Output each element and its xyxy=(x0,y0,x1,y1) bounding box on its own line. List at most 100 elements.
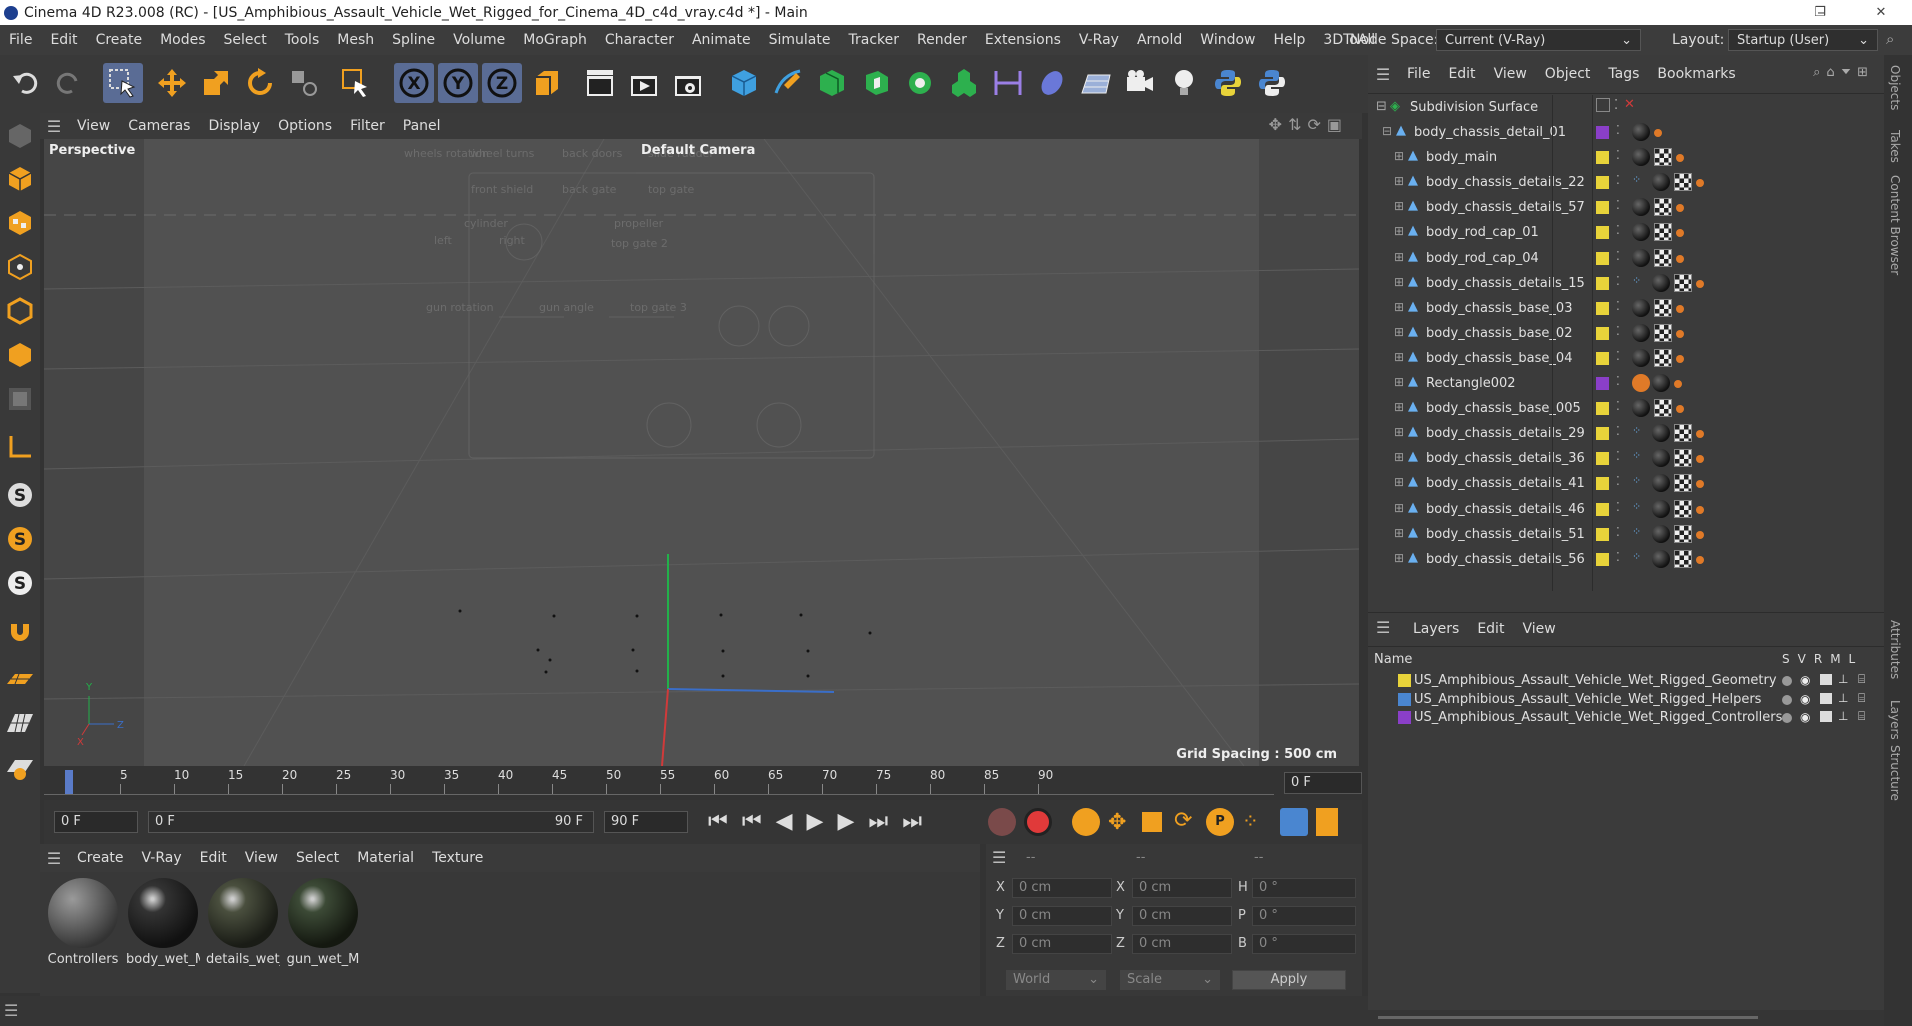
object-row[interactable]: ⊞ ▲ body_chassis_details_51 ⁚ ⁘ xyxy=(1368,522,1884,547)
visibility-dots-icon[interactable]: ⁚ xyxy=(1616,324,1620,338)
material-tag-icon[interactable] xyxy=(1632,223,1650,242)
layer-menu-edit[interactable]: Edit xyxy=(1468,621,1513,637)
size-field[interactable]: 0 cm xyxy=(1132,906,1232,926)
object-menu-view[interactable]: View xyxy=(1485,66,1536,82)
object-row[interactable]: ⊞ ▲ body_rod_cap_01 ⁚ xyxy=(1368,220,1884,245)
object-row[interactable]: ⊞ ▲ body_main ⁚ xyxy=(1368,145,1884,170)
visibility-dots-icon[interactable]: ⁚ xyxy=(1616,500,1620,514)
expand-icon[interactable]: ⊞ xyxy=(1394,250,1404,264)
material-tag-icon[interactable] xyxy=(1652,474,1670,493)
visibility-dots-icon[interactable]: ⁚ xyxy=(1616,550,1620,564)
manager-icon[interactable]: ⊥ xyxy=(1838,691,1848,705)
hamburger-menu-icon[interactable]: ☰ xyxy=(1368,65,1398,84)
live-selection-button[interactable] xyxy=(103,63,143,103)
expand-icon[interactable]: ⊞ xyxy=(1394,275,1404,289)
expand-icon[interactable]: ⊞ xyxy=(1394,149,1404,163)
solo-toggle-icon[interactable] xyxy=(1782,713,1792,723)
parameter-key-icon[interactable]: P xyxy=(1206,808,1234,836)
object-row[interactable]: ⊞ ▲ body_chassis_details_46 ⁚ ⁘ xyxy=(1368,497,1884,522)
solo-button[interactable]: S xyxy=(2,477,38,513)
move-tool-button[interactable] xyxy=(152,63,192,103)
coordinate-system-select[interactable]: World ⌄ xyxy=(1006,970,1106,990)
rotation-field[interactable]: 0 ° xyxy=(1252,906,1356,926)
expand-icon[interactable]: ⊞ xyxy=(1394,199,1404,213)
menu-item-v-ray[interactable]: V-Ray xyxy=(1070,32,1128,48)
python-script-button[interactable] xyxy=(1208,63,1248,103)
timeline-window-icon[interactable] xyxy=(1316,808,1338,836)
rotation-key-icon[interactable]: ⟳ xyxy=(1174,808,1192,833)
material-tag-icon[interactable] xyxy=(1652,449,1670,468)
node-space-select[interactable]: Current (V-Ray) ⌄ xyxy=(1436,29,1641,51)
redo-button[interactable] xyxy=(48,63,88,103)
uvw-tag-icon[interactable] xyxy=(1654,323,1672,342)
uvw-tag-icon[interactable] xyxy=(1674,549,1692,568)
position-field[interactable]: 0 cm xyxy=(1012,878,1112,898)
material-tag-icon[interactable] xyxy=(1632,348,1650,367)
previous-frame-icon[interactable]: ◀ xyxy=(776,809,807,834)
visibility-dots-icon[interactable]: ⁚ xyxy=(1616,374,1620,388)
material-tag-icon[interactable] xyxy=(1632,399,1650,418)
timeline-ruler[interactable]: 051015202530354045505560657075808590 0 F xyxy=(44,766,1362,800)
layer-color-swatch[interactable] xyxy=(1596,552,1609,566)
material-swatch[interactable]: body_wet_M xyxy=(126,878,200,967)
filter-icon[interactable]: ⏷ xyxy=(1841,65,1857,80)
collapse-icon[interactable]: ⊟ xyxy=(1376,99,1387,114)
go-to-start-icon[interactable]: ⏮ xyxy=(708,809,742,834)
point-level-animation-icon[interactable]: ⁘ xyxy=(1242,809,1259,833)
uvw-tag-icon[interactable] xyxy=(1654,399,1672,418)
material-tag-icon[interactable] xyxy=(1632,248,1650,267)
axis-mode-button[interactable] xyxy=(2,429,38,465)
tab-layers[interactable]: Layers xyxy=(1888,700,1902,740)
x-axis-lock-button[interactable]: X xyxy=(394,63,434,103)
make-editable-button[interactable] xyxy=(2,118,38,154)
phong-tag-icon[interactable] xyxy=(1696,455,1704,464)
solo-toggle-icon[interactable] xyxy=(1782,676,1792,686)
expand-icon[interactable]: ⊞ xyxy=(1394,450,1404,464)
scale-key-icon[interactable] xyxy=(1142,812,1162,832)
manager-icon[interactable]: ⊥ xyxy=(1838,672,1848,686)
transform-mode-select[interactable]: Scale ⌄ xyxy=(1120,970,1220,990)
visibility-dots-icon[interactable]: ⁚ xyxy=(1616,274,1620,288)
object-row[interactable]: ⊞ ▲ body_chassis_base_02 ⁚ xyxy=(1368,321,1884,346)
hair-tag-icon[interactable]: ⁘ xyxy=(1632,274,1641,287)
menu-item-tracker[interactable]: Tracker xyxy=(839,32,908,48)
rotation-field[interactable]: 0 ° xyxy=(1252,934,1356,954)
hamburger-menu-icon[interactable]: ☰ xyxy=(40,849,68,868)
visibility-dots-icon[interactable]: ⁚ xyxy=(1616,123,1620,137)
material-menu-v-ray[interactable]: V-Ray xyxy=(133,850,191,866)
autokeying-icon[interactable] xyxy=(1024,808,1052,836)
phong-tag-icon[interactable] xyxy=(1696,430,1704,439)
hair-tag-icon[interactable]: ⁘ xyxy=(1632,449,1641,462)
solo-hierarchy-button[interactable]: S xyxy=(2,521,38,557)
layer-color-swatch[interactable] xyxy=(1596,151,1609,165)
layer-color-swatch[interactable] xyxy=(1596,452,1609,466)
uvw-tag-icon[interactable] xyxy=(1674,499,1692,518)
tab-content-browser[interactable]: Content Browser xyxy=(1888,175,1902,275)
hamburger-menu-icon[interactable]: ☰ xyxy=(1376,618,1390,637)
lock-icon[interactable]: ⌸ xyxy=(1858,691,1865,706)
layer-color-swatch[interactable] xyxy=(1596,527,1609,541)
points-mode-button[interactable] xyxy=(2,249,38,285)
layer-color-swatch[interactable] xyxy=(1596,326,1609,340)
phong-tag-icon[interactable] xyxy=(1696,505,1704,514)
menu-item-spline[interactable]: Spline xyxy=(383,32,444,48)
hamburger-menu-icon[interactable]: ☰ xyxy=(4,1001,18,1020)
floor-button[interactable] xyxy=(1076,63,1116,103)
layer-color-swatch[interactable] xyxy=(1596,276,1609,290)
undo-button[interactable] xyxy=(6,63,46,103)
hair-tag-icon[interactable]: ⁘ xyxy=(1632,424,1641,437)
uvw-tag-icon[interactable] xyxy=(1674,449,1692,468)
menu-item-modes[interactable]: Modes xyxy=(151,32,214,48)
preview-range-slider[interactable]: 0 F 90 F xyxy=(148,811,594,833)
uvw-tag-icon[interactable] xyxy=(1654,198,1672,217)
expand-icon[interactable]: ⊞ xyxy=(1394,350,1404,364)
uvw-tag-icon[interactable] xyxy=(1654,298,1672,317)
material-swatch[interactable]: Controllers xyxy=(46,878,120,967)
viewport-camera-label[interactable]: Default Camera xyxy=(641,143,755,158)
layer-color-swatch[interactable] xyxy=(1596,201,1609,215)
phong-tag-icon[interactable] xyxy=(1676,405,1684,414)
menu-item-mograph[interactable]: MoGraph xyxy=(514,32,596,48)
layer-color-swatch[interactable] xyxy=(1596,251,1609,265)
material-tag-icon[interactable] xyxy=(1632,198,1650,217)
edges-mode-button[interactable] xyxy=(2,293,38,329)
